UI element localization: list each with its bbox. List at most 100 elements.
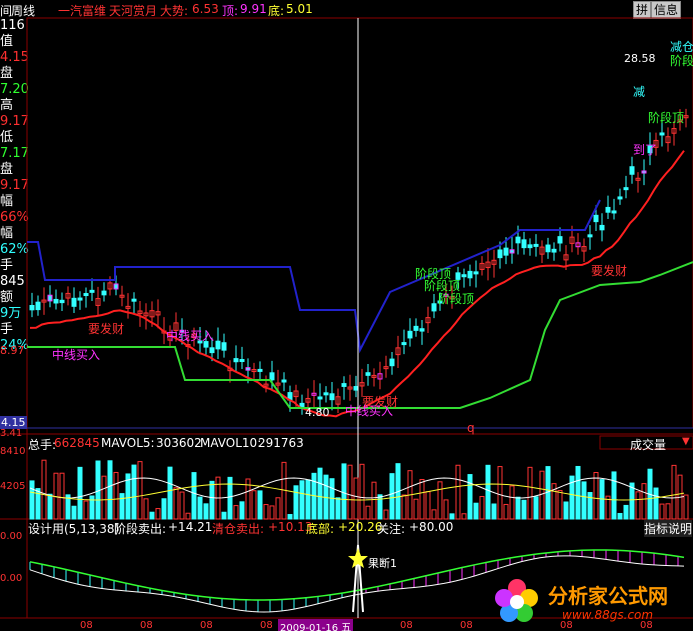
volume-bar — [137, 461, 143, 520]
candle-body — [221, 342, 227, 351]
mavol10-label: MAVOL10: — [200, 436, 262, 450]
candle-body — [281, 379, 287, 383]
volume-bar — [239, 501, 245, 520]
candle-body — [113, 283, 119, 290]
volume-bar — [623, 504, 629, 520]
volume-bar — [671, 464, 677, 520]
candle-body — [467, 270, 473, 279]
volume-axis-top: 8410 — [0, 446, 26, 457]
candle-body — [329, 393, 335, 401]
candle-body — [509, 249, 515, 254]
candle-body — [521, 239, 527, 249]
volume-bar — [59, 472, 65, 520]
time-axis-label: 08 — [80, 620, 93, 631]
volume-bar — [161, 498, 167, 520]
volume-bar — [593, 472, 599, 520]
candle-body — [629, 166, 635, 175]
time-axis-label: 08 — [200, 620, 213, 631]
candle-body — [341, 383, 347, 387]
volume-bar — [443, 499, 449, 520]
reduce-label: 减 — [633, 85, 646, 99]
volume-bar — [455, 464, 461, 520]
candle-body — [527, 244, 533, 249]
volume-bar — [197, 496, 203, 520]
volume-bar — [383, 509, 389, 520]
volume-bar — [29, 480, 35, 520]
candle-body — [473, 271, 479, 275]
watermark-title: 分析家公式网 — [548, 584, 668, 608]
time-axis-label: 08 — [460, 620, 473, 631]
volume-bar — [539, 470, 545, 520]
volume-bar — [401, 494, 407, 520]
candle-body — [593, 214, 599, 223]
candle-body — [59, 299, 65, 304]
volume-bar — [479, 496, 485, 520]
candle-body — [215, 340, 221, 350]
volume-bar — [575, 465, 581, 520]
volume-bar — [359, 463, 365, 520]
main-panel-border — [26, 17, 693, 429]
mavol5-value: 303602 — [156, 436, 202, 450]
candle-body — [461, 274, 467, 278]
indicator-name-label: 设计用(5,13,38) — [28, 522, 120, 536]
candle-body — [401, 342, 407, 346]
candle-body — [47, 294, 53, 302]
volume-bar — [461, 513, 467, 520]
indicator-axis-top: 0.00 — [0, 531, 23, 542]
buy-mid-label-3: 中线买入 — [345, 404, 394, 418]
volume-bar — [377, 494, 383, 520]
volume-bar — [275, 497, 281, 520]
volume-bar — [515, 496, 521, 520]
volume-bar — [155, 508, 161, 520]
volume-bar — [497, 466, 503, 520]
volume-bar — [149, 511, 155, 520]
low-price-label: 4.80 — [305, 406, 330, 419]
volume-bar — [77, 466, 83, 520]
time-axis-label: 08 — [260, 620, 273, 631]
candle-body — [431, 303, 437, 312]
candle-body — [587, 234, 593, 238]
volume-bar — [263, 504, 269, 520]
total-volume-label: 总手: — [28, 438, 57, 452]
volume-title[interactable]: 成交量 — [630, 436, 666, 453]
volume-bar — [527, 466, 533, 520]
volume-bar — [287, 514, 293, 520]
volume-bar — [473, 502, 479, 520]
candle-body — [299, 402, 305, 408]
volume-bar — [203, 503, 209, 520]
volume-bar — [293, 485, 299, 520]
volume-bar — [425, 491, 431, 520]
buy-mid-label-2: 中线买入 — [52, 348, 101, 362]
volume-bar — [521, 499, 527, 520]
volume-bar — [563, 501, 569, 520]
stage-top-label-1: 阶段 — [670, 54, 693, 68]
rise-signal-label-2: 要发财 — [88, 322, 125, 336]
stage-top-label-2: 阶段顶 — [648, 111, 685, 125]
volume-bar — [617, 512, 623, 520]
indicator-help-button[interactable]: 指标说明 — [644, 520, 693, 537]
candle-body — [659, 132, 665, 136]
volume-bar — [347, 464, 353, 520]
mavol5-label: MAVOL5: — [101, 436, 155, 450]
volume-bar — [635, 491, 641, 520]
candle-body — [533, 243, 539, 247]
volume-bar — [365, 505, 371, 520]
cursor-marker: q — [467, 421, 475, 435]
volume-bar — [449, 513, 455, 520]
candle-body — [515, 236, 521, 244]
volume-bar — [269, 505, 275, 520]
candle-body — [209, 347, 215, 354]
candle-body — [641, 170, 647, 174]
cursor-date-label: 2009-01-16 五 — [278, 619, 354, 631]
volume-bar — [305, 479, 311, 520]
volume-bar — [167, 466, 173, 520]
volume-bar — [341, 463, 347, 520]
volume-dropdown-icon[interactable]: ▼ — [682, 436, 690, 447]
volume-bar — [233, 505, 239, 520]
candle-body — [353, 386, 359, 391]
candle-body — [53, 298, 59, 304]
candle-body — [131, 298, 137, 302]
volume-axis-mid: 4205 — [0, 481, 26, 492]
indicator-header: 设计用(5,13,38) 阶段卖出: +14.21 清仓卖出: +10.13 底… — [0, 520, 693, 537]
candle-body — [611, 210, 617, 214]
